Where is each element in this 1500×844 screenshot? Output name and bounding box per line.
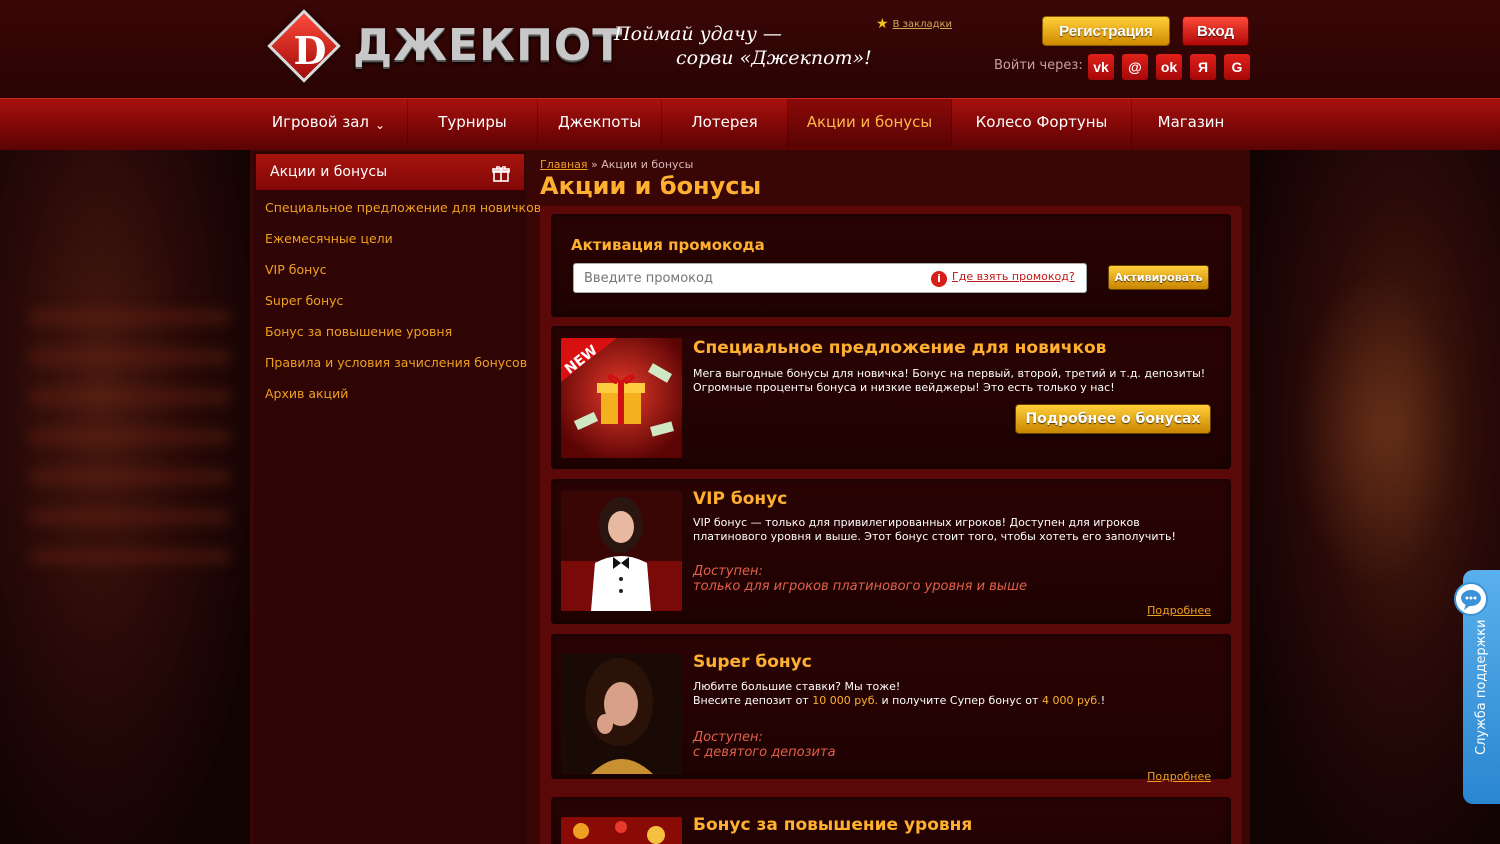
levelup-bonus-title[interactable]: Бонус за повышение уровня [693,815,972,835]
newbie-offer-title[interactable]: Специальное предложение для новичков [693,338,1106,358]
min-deposit-amount: 10 000 руб. [812,694,878,707]
register-button[interactable]: Регистрация [1042,16,1170,46]
super-availability-value: с девятого депозита [693,745,836,760]
vip-bonus-text: VIP бонус — только для привилегированных… [693,516,1176,543]
sidebar-link-levelup-bonus[interactable]: Бонус за повышение уровня [265,322,541,353]
vip-more-link[interactable]: Подробнее [1147,604,1211,617]
chat-bubble-icon[interactable] [1454,582,1488,616]
sidebar-link-bonus-rules[interactable]: Правила и условия зачисления бонусов [265,353,541,384]
info-icon: i [931,271,947,287]
sidebar-link-monthly-goals[interactable]: Ежемесячные цели [265,229,541,260]
nav-item-tournaments[interactable]: Турниры [408,99,538,147]
mailru-icon[interactable]: @ [1122,54,1148,80]
vip-hostess-image [561,491,682,611]
super-bonus-card: Super бонус Любите большие ставки? Мы то… [551,634,1231,783]
nav-item-shop[interactable]: Магазин [1132,99,1250,147]
main-panel: Активация промокода i Где взять промокод… [540,206,1242,844]
super-bonus-line-1: Любите большие ставки? Мы тоже! [693,680,901,693]
odnoklassniki-icon[interactable]: ok [1156,54,1182,80]
chevron-down-icon: ⌄ [375,118,386,132]
nav-item-promotions[interactable]: Акции и бонусы [788,99,952,147]
sidebar-link-archive[interactable]: Архив акций [265,384,541,415]
sidebar-link-newbie-offer[interactable]: Специальное предложение для новичков [265,198,541,229]
levelup-image [561,817,682,844]
gift-icon [492,166,510,182]
yandex-icon[interactable]: Я [1190,54,1216,80]
bookmark-label: В закладки [892,18,953,30]
nav-item-jackpots[interactable]: Джекпоты [538,99,662,147]
where-get-promo-link[interactable]: Где взять промокод? [952,270,1075,283]
newbie-offer-image[interactable]: NEW [561,338,682,458]
vip-bonus-image[interactable] [561,491,682,611]
breadcrumb-home-link[interactable]: Главная [540,158,588,171]
super-bonus-amount: 4 000 руб. [1041,694,1101,707]
vip-availability-label: Доступен: [693,564,763,579]
sidebar-link-vip-bonus[interactable]: VIP бонус [265,260,541,291]
slogan-line-2: сорви «Джекпот»! [676,47,872,69]
vip-bonus-title[interactable]: VIP бонус [693,489,787,509]
social-login-label: Войти через: [994,58,1083,73]
content-frame: Акции и бонусы Специальное предложение д… [250,150,1250,844]
logo-letter: D [293,28,327,73]
nav-item-game-hall[interactable]: Игровой зал ⌄ [250,99,408,147]
vk-icon[interactable]: vk [1088,54,1114,80]
vip-availability-value: только для игроков платинового уровня и … [693,579,1027,594]
sidebar-links: Специальное предложение для новичков Еже… [265,198,541,415]
breadcrumb: Главная » Акции и бонусы [540,158,693,171]
breadcrumb-current: Акции и бонусы [601,158,694,171]
background-left [0,150,250,844]
breadcrumb-separator: » [591,158,598,171]
super-bonus-line-2: Внесите депозит от 10 000 руб. и получит… [693,694,1213,708]
activate-button[interactable]: Активировать [1108,265,1209,290]
newbie-offer-text: Мега выгодные бонусы для новичка! Бонус … [693,367,1206,394]
sidebar-link-super-bonus[interactable]: Super бонус [265,291,541,322]
slogan: Поймай удачу — сорви «Джекпот»! [614,22,874,70]
google-icon[interactable]: G [1224,54,1250,80]
super-line2-part-a: Внесите депозит от [693,694,809,707]
main-nav: Игровой зал ⌄ Турниры Джекпоты Лотерея Ак… [0,98,1500,150]
login-button[interactable]: Вход [1182,16,1249,46]
super-more-link[interactable]: Подробнее [1147,770,1211,783]
nav-item-lottery[interactable]: Лотерея [662,99,788,147]
sidebar-title: Акции и бонусы [270,164,388,180]
page-title: Акции и бонусы [540,172,762,200]
super-line2-part-b: и получите Супер бонус от [881,694,1039,707]
bookmark-link[interactable]: ★ В закладки [876,16,952,32]
header: D ДЖЕКПОТ Поймай удачу — сорви «Джекпот»… [0,0,1500,98]
levelup-bonus-card: Бонус за повышение уровня [551,797,1231,844]
logo[interactable]: D ДЖЕКПОТ [267,9,622,88]
super-line2-part-c: ! [1100,694,1106,707]
logo-text: ДЖЕКПОТ [353,20,624,71]
slogan-line-1: Поймай удачу — [614,23,782,45]
star-icon: ★ [876,16,889,32]
sidebar-header[interactable]: Акции и бонусы [256,154,524,190]
main-content: Главная » Акции и бонусы Акции и бонусы … [532,150,1248,844]
super-bonus-text: Любите большие ставки? Мы тоже! Внесите … [693,680,1213,708]
super-bonus-image[interactable] [561,654,682,774]
levelup-bonus-image[interactable] [561,817,682,844]
promo-title: Активация промокода [571,236,765,254]
super-availability-label: Доступен: [693,730,763,745]
promo-code-card: Активация промокода i Где взять промокод… [551,214,1231,317]
nav-item-fortune-wheel[interactable]: Колесо Фортуны [952,99,1132,147]
nav-item-label: Игровой зал [271,113,370,131]
vip-bonus-card: VIP бонус VIP бонус — только для привиле… [551,479,1231,624]
bonus-details-button[interactable]: Подробнее о бонусах [1015,404,1211,434]
sidebar: Акции и бонусы Специальное предложение д… [254,152,541,844]
newbie-offer-card: NEW Специальное предложение для новичков… [551,326,1231,469]
super-woman-image [561,654,682,774]
super-bonus-title[interactable]: Super бонус [693,652,812,672]
